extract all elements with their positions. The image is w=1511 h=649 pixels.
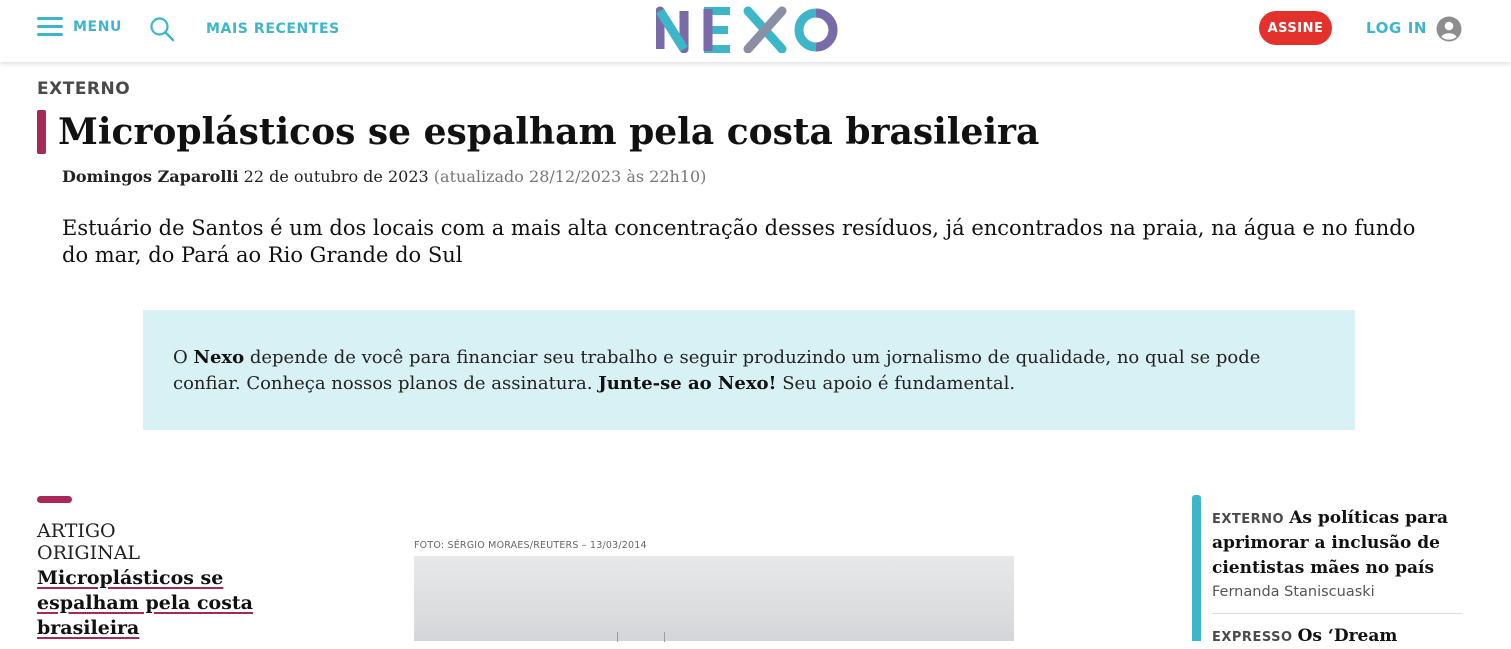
user-avatar-icon[interactable]	[1436, 16, 1462, 42]
updated-date: (atualizado 28/12/2023 às 22h10)	[433, 167, 707, 186]
photo-credit: FOTO: SÉRGIO MORAES/REUTERS – 13/03/2014	[414, 540, 647, 551]
article-kind-label: ARTIGO ORIGINAL	[37, 520, 141, 564]
subscribe-button[interactable]: ASSINE	[1259, 11, 1332, 45]
article-dek: Estuário de Santos é um dos locais com a…	[62, 216, 1416, 267]
publish-date: 22 de outubro de 2023	[243, 167, 429, 186]
menu-label: MENU	[73, 19, 122, 35]
support-text-3: Seu apoio é fundamental.	[776, 373, 1016, 394]
menu-button[interactable]: MENU	[37, 16, 122, 38]
site-header: MENU MAIS RECENTES ASSINE LOG IN	[0, 0, 1511, 62]
logo-mark	[655, 6, 838, 54]
support-brand: Nexo	[193, 347, 245, 368]
join-nexo-link[interactable]: Junte-se ao Nexo!	[598, 373, 776, 394]
support-message: O Nexo depende de você para financiar se…	[173, 345, 1293, 397]
related-tag: EXPRESSO	[1212, 630, 1293, 645]
accent-pill	[37, 496, 72, 503]
article-title: Microplásticos se espalham pela costa br…	[58, 111, 1040, 153]
related-item[interactable]: EXPRESSO Os ‘Dream	[1212, 624, 1462, 649]
side-article-title[interactable]: Microplásticos se espalham pela costa br…	[37, 566, 257, 641]
related-title[interactable]: Os ‘Dream	[1298, 626, 1398, 646]
hamburger-icon	[37, 16, 63, 38]
support-text-1: O	[173, 347, 194, 368]
byline: Domingos Zaparolli 22 de outubro de 2023…	[62, 167, 706, 186]
section-label[interactable]: EXTERNO	[37, 79, 130, 99]
support-box: O Nexo depende de você para financiar se…	[143, 310, 1355, 430]
article-photo	[414, 556, 1014, 642]
divider	[1212, 613, 1462, 614]
related-tag: EXTERNO	[1212, 512, 1285, 527]
search-icon[interactable]	[149, 16, 175, 42]
nexo-logo[interactable]	[655, 5, 842, 54]
related-author: Fernanda Staniscuaski	[1212, 584, 1375, 600]
recent-link[interactable]: MAIS RECENTES	[206, 21, 340, 37]
related-item[interactable]: EXTERNO As políticas para aprimorar a in…	[1212, 506, 1462, 600]
login-link[interactable]: LOG IN	[1366, 19, 1427, 37]
author-name[interactable]: Domingos Zaparolli	[62, 167, 239, 186]
title-accent-bar	[37, 110, 46, 154]
related-accent-bar	[1192, 495, 1201, 641]
